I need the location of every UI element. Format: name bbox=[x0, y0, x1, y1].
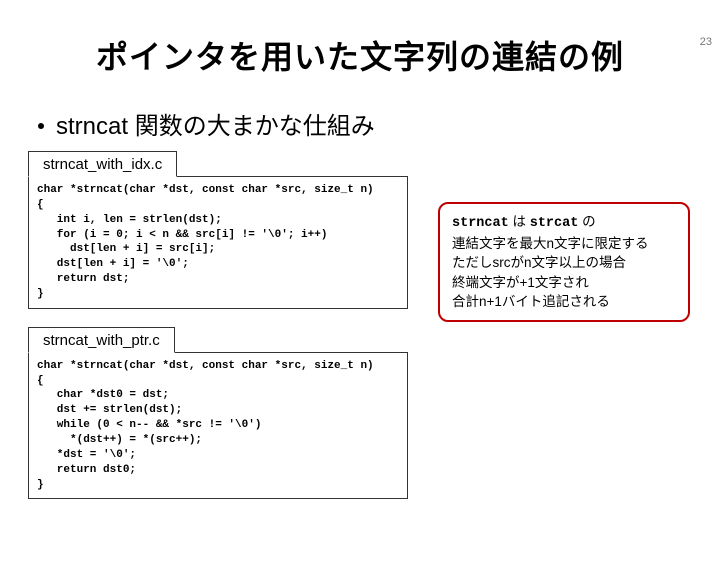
note-code-strcat: strcat bbox=[530, 216, 579, 231]
note-line-4: 終端文字が+1文字され bbox=[452, 275, 589, 290]
slide-subtitle: strncat 関数の大まかな仕組み bbox=[38, 106, 720, 141]
subtitle-text: strncat 関数の大まかな仕組み bbox=[56, 113, 375, 140]
code-box-2: char *strncat(char *dst, const char *src… bbox=[28, 352, 408, 500]
page-number: 23 bbox=[700, 36, 712, 48]
code-box-1: char *strncat(char *dst, const char *src… bbox=[28, 176, 408, 309]
note-text: の bbox=[578, 214, 595, 229]
filename-tab-2: strncat_with_ptr.c bbox=[28, 327, 175, 353]
note-line-5: 合計n+1バイト追記される bbox=[452, 294, 610, 309]
bullet-icon bbox=[38, 123, 44, 129]
note-text: は bbox=[509, 214, 530, 229]
code-block-2: strncat_with_ptr.c char *strncat(char *d… bbox=[28, 327, 720, 500]
note-callout: strncat は strcat の 連結文字を最大n文字に限定する ただしsr… bbox=[438, 202, 690, 322]
filename-tab-1: strncat_with_idx.c bbox=[28, 151, 177, 177]
note-code-strncat: strncat bbox=[452, 216, 509, 231]
note-line-3: ただしsrcがn文字以上の場合 bbox=[452, 255, 626, 270]
note-line-2: 連結文字を最大n文字に限定する bbox=[452, 236, 649, 251]
slide-title: ポインタを用いた文字列の連結の例 bbox=[0, 32, 720, 78]
